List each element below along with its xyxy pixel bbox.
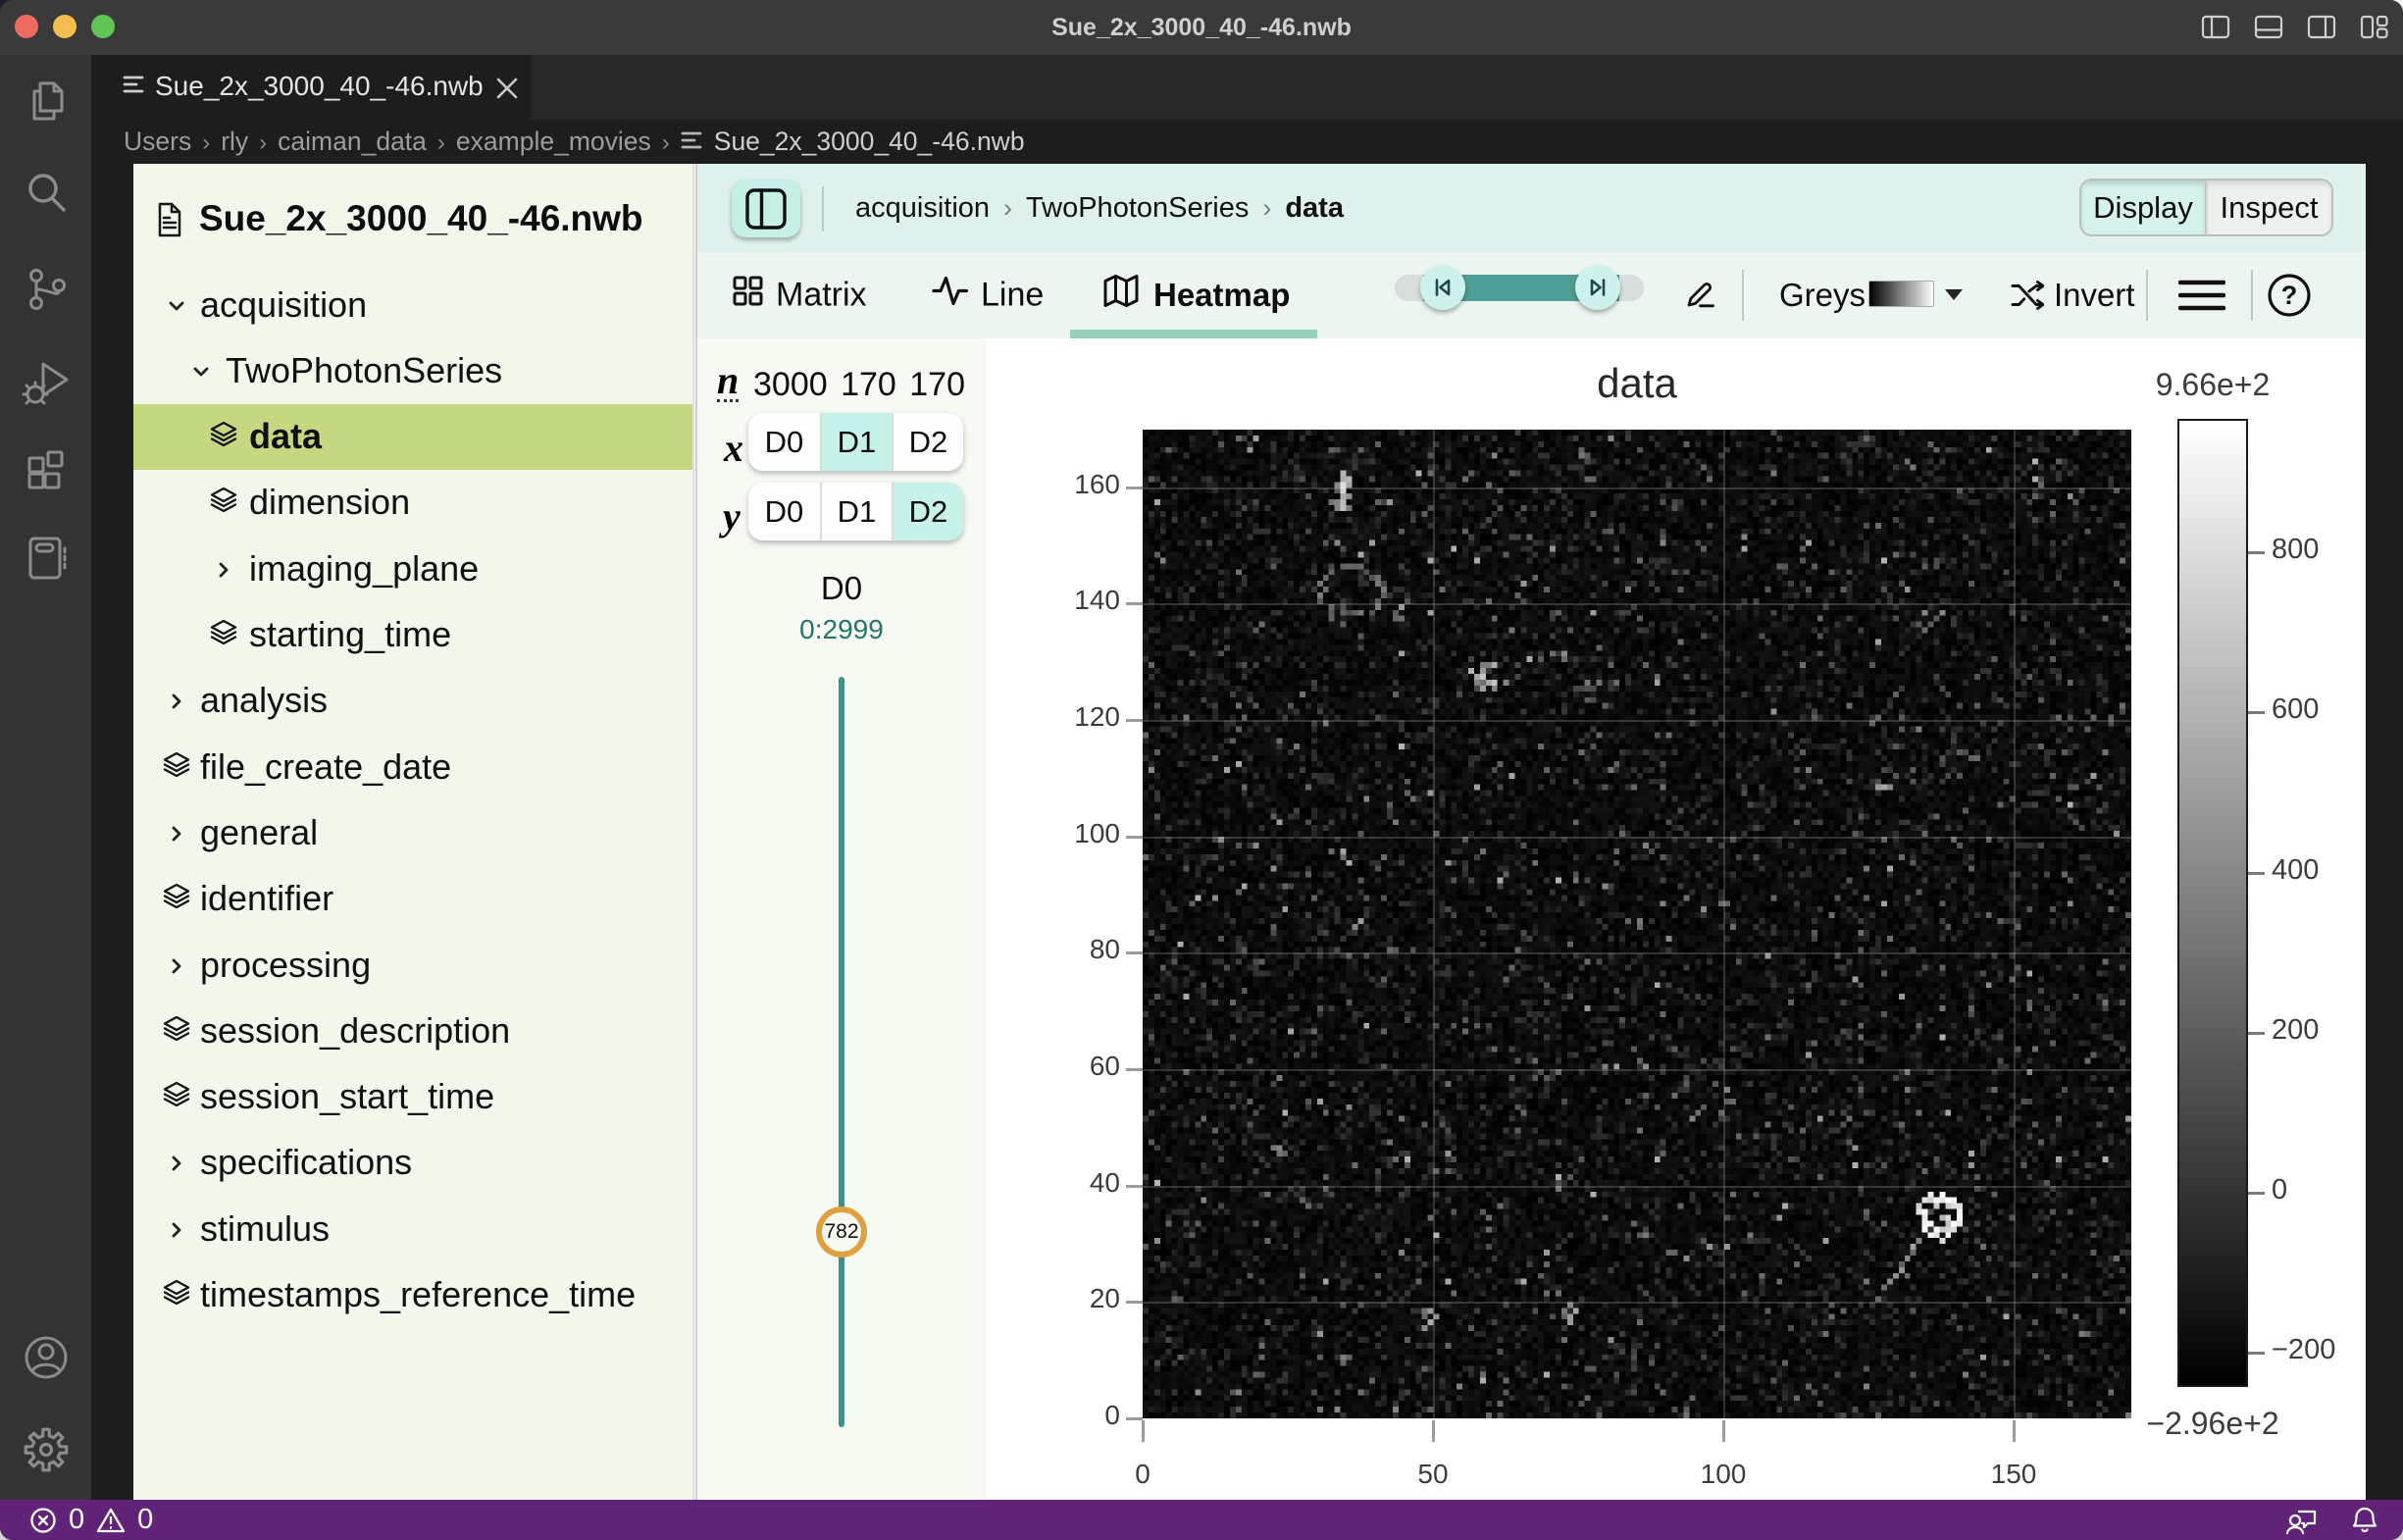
svg-text:?: ? (2281, 281, 2298, 310)
